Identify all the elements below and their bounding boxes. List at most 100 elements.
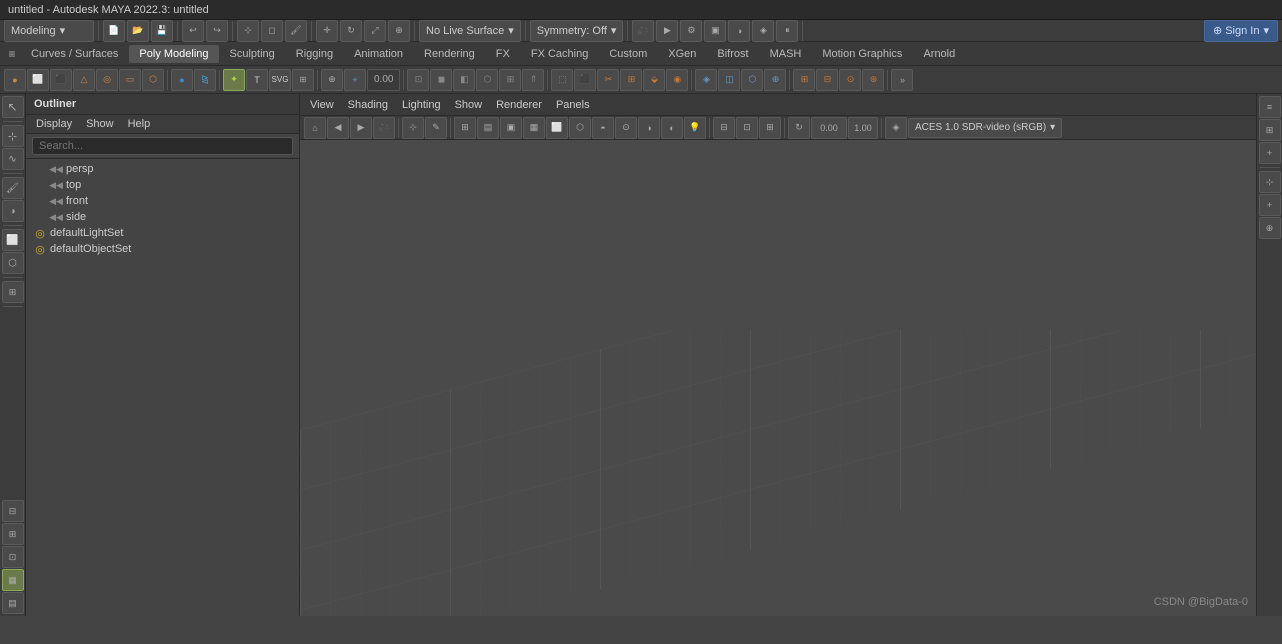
vp-bounding-btn[interactable]: ⬡ [569,117,591,139]
magnet-btn[interactable]: ⊕ [321,69,343,91]
tree-item-top[interactable]: ◀◀ top [42,177,299,193]
layout3-btn[interactable]: ⊡ [2,546,24,568]
vp-next-btn[interactable]: ▶ [350,117,372,139]
move-tool-btn[interactable]: ✛ [316,20,338,42]
vp-xray-btn[interactable]: ◓ [592,117,614,139]
right-tool2[interactable]: ⊞ [1259,119,1281,141]
nsphere-btn[interactable]: ● [171,69,193,91]
plane-btn[interactable]: ▭ [119,69,141,91]
workspace-dropdown[interactable]: Modeling ▾ [4,20,94,42]
render2-btn[interactable]: ▣ [704,20,726,42]
color-profile-icon[interactable]: ◈ [885,117,907,139]
multi-cut-btn[interactable]: ✂ [597,69,619,91]
type3d-btn[interactable]: ⊞ [292,69,314,91]
connect-btn[interactable]: ⊞ [620,69,642,91]
tab-arnold[interactable]: Arnold [913,45,965,63]
facet-shade-btn[interactable]: ◧ [453,69,475,91]
select-mode-btn[interactable]: ↖ [2,96,24,118]
undo-btn[interactable]: ↩ [182,20,204,42]
arnold-btn[interactable]: ◈ [752,20,774,42]
scale-tool-btn[interactable]: ⤢ [364,20,386,42]
layout5-btn[interactable]: ▤ [2,592,24,614]
layout4-btn[interactable]: ▦ [2,569,24,591]
circularize-btn[interactable]: ◉ [666,69,688,91]
vp-zero-field[interactable]: 0.00 [811,117,847,139]
rotate-tool-btn[interactable]: ↻ [340,20,362,42]
svg-import-btn[interactable]: SVG [269,69,291,91]
lasso-tool-btn[interactable]: ◻ [261,20,283,42]
poly-star-btn[interactable]: ✦ [223,69,245,91]
wireframe-btn[interactable]: ⊡ [407,69,429,91]
mirror-btn[interactable]: ⧎ [194,69,216,91]
torus-btn[interactable]: ◎ [96,69,118,91]
viewport-view-menu[interactable]: View [304,97,340,113]
layout1-btn[interactable]: ⊟ [2,500,24,522]
save-file-btn[interactable]: 💾 [151,20,173,42]
disc-btn[interactable]: ⬡ [142,69,164,91]
combine-btn[interactable]: ⊞ [793,69,815,91]
layout2-btn[interactable]: ⊞ [2,523,24,545]
vp-shadows-btn[interactable]: ◐ [661,117,683,139]
vp-box-btn[interactable]: ⬜ [546,117,568,139]
grid-toggle-btn[interactable]: ⊞ [2,281,24,303]
subdivide-btn[interactable]: ◈ [695,69,717,91]
right-tool5[interactable]: + [1259,194,1281,216]
camera-btn[interactable]: 🎥 [632,20,654,42]
viewport-shading-menu[interactable]: Shading [342,97,394,113]
vp-shade-wire-btn[interactable]: ▣ [500,117,522,139]
vertex-snap-btn[interactable]: + [344,69,366,91]
normals-btn[interactable]: ⇑ [522,69,544,91]
lasso-btn[interactable]: ∿ [2,148,24,170]
open-file-btn[interactable]: 📂 [127,20,149,42]
tree-item-side[interactable]: ◀◀ side [42,209,299,225]
tab-custom[interactable]: Custom [599,45,657,63]
symmetry-dropdown[interactable]: Symmetry: Off ▾ [530,20,624,42]
cube-btn[interactable]: ⬜ [27,69,49,91]
tab-motion-graphics[interactable]: Motion Graphics [812,45,912,63]
tree-item-default-object-set[interactable]: ◎ defaultObjectSet [26,241,299,257]
render-settings-btn[interactable]: ⚙ [680,20,702,42]
tab-bifrost[interactable]: Bifrost [707,45,758,63]
fill-hole-btn[interactable]: ⬙ [643,69,665,91]
vp-normals-btn[interactable]: ⊙ [615,117,637,139]
conform-btn[interactable]: ⊙ [839,69,861,91]
new-file-btn[interactable]: 📄 [103,20,125,42]
color-profile-dropdown[interactable]: ACES 1.0 SDR-video (sRGB) ▾ [908,118,1062,138]
outliner-help-menu[interactable]: Help [122,117,157,131]
ipr-btn[interactable]: ◑ [728,20,750,42]
more-tools-btn[interactable]: » [891,69,913,91]
universal-manip-btn[interactable]: ⊕ [388,20,410,42]
viewport-show-menu[interactable]: Show [449,97,489,113]
right-tool4[interactable]: ⊹ [1259,171,1281,193]
viewport-lighting-menu[interactable]: Lighting [396,97,447,113]
cylinder-btn[interactable]: ⬛ [50,69,72,91]
pause-btn[interactable]: ⏸ [776,20,798,42]
vp-camera-btn[interactable]: 🎥 [373,117,395,139]
tab-animation[interactable]: Animation [344,45,413,63]
bevel-btn[interactable]: ◫ [718,69,740,91]
sep-mesh-btn[interactable]: ⊟ [816,69,838,91]
right-tool3[interactable]: + [1259,142,1281,164]
tab-mash[interactable]: MASH [760,45,812,63]
poly-text-btn[interactable]: T [246,69,268,91]
components-btn[interactable]: ⬡ [476,69,498,91]
tab-curves-surfaces[interactable]: Curves / Surfaces [21,45,128,63]
vp-one-field[interactable]: 1.00 [848,117,878,139]
tab-poly-modeling[interactable]: Poly Modeling [129,45,218,63]
extrude-btn[interactable]: ⬚ [551,69,573,91]
bridge-btn[interactable]: ⬛ [574,69,596,91]
vp-hud-btn[interactable]: ⊞ [759,117,781,139]
live-surface-dropdown[interactable]: No Live Surface ▾ [419,20,521,42]
vp-home-btn[interactable]: ⌂ [304,117,326,139]
paint-btn[interactable]: 🖌 [2,177,24,199]
tab-xgen[interactable]: XGen [658,45,706,63]
tab-fx[interactable]: FX [486,45,520,63]
paint-sel-btn[interactable]: 🖌 [285,20,307,42]
vp-res-btn[interactable]: ⊡ [736,117,758,139]
tab-sculpting[interactable]: Sculpting [220,45,285,63]
viewport-panels-menu[interactable]: Panels [550,97,596,113]
shape-btn[interactable]: ⬡ [2,252,24,274]
vp-sel-hilight-btn[interactable]: ✎ [425,117,447,139]
sculpt-btn[interactable]: ◑ [2,200,24,222]
right-tool6[interactable]: ⊕ [1259,217,1281,239]
